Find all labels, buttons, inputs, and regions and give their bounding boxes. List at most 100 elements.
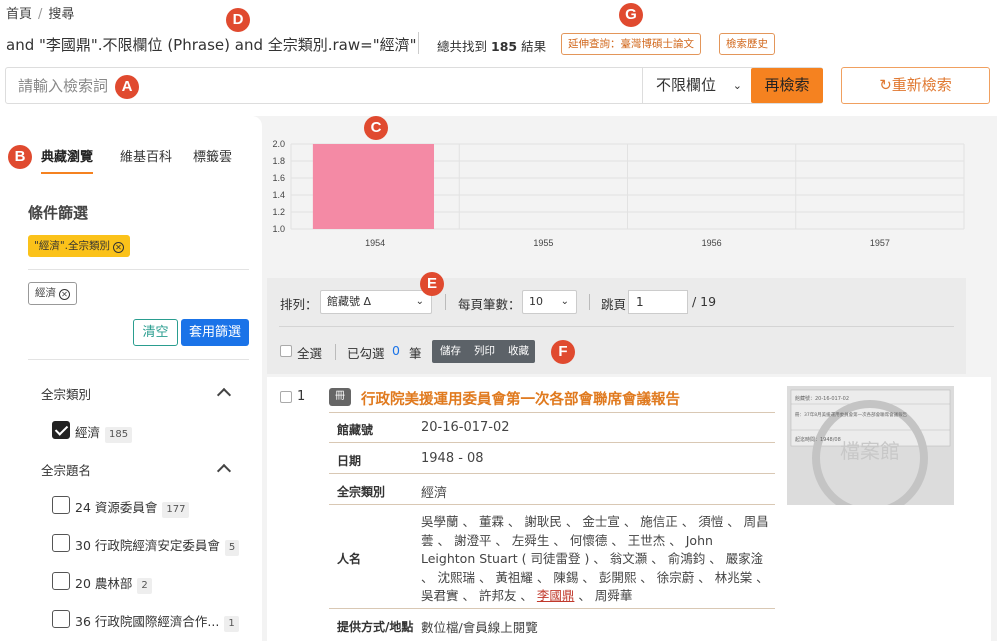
field-value: 經濟 [421, 486, 448, 501]
annotation-marker-a: A [115, 75, 139, 99]
result-title-link[interactable]: 行政院美援運用委員會第一次各部會聯席會議報告 [361, 388, 680, 409]
field-label: 提供方式/地點 [337, 620, 414, 634]
facet-option[interactable]: 24 資源委員會 177 [75, 497, 190, 518]
facet-count: 1 [224, 616, 239, 632]
field-label: 館藏號 [337, 423, 374, 437]
field-value: 1948 - 08 [421, 451, 484, 466]
annotation-marker-b: B [8, 145, 32, 169]
reset-search-button[interactable]: ↻重新檢索 [841, 67, 990, 104]
chart-y-tick-label: 1.8 [272, 156, 285, 166]
facet-header-category[interactable]: 全宗類別 [41, 384, 91, 403]
divider [28, 359, 249, 360]
breadcrumb-current: 搜尋 [48, 7, 75, 22]
chart-x-tick-label: 1957 [870, 238, 890, 248]
per-page-label: 每頁筆數： [458, 297, 521, 312]
facet-option-label: 24 資源委員會 [75, 500, 158, 515]
thumbnail-line: 冊：37年8月美援運用委員會第一次各部會聯席會議報告 [795, 411, 908, 418]
extended-search-button[interactable]: 延伸查詢：臺灣博碩士論文 [561, 33, 701, 55]
facet-option-label: 30 行政院經濟安定委員會 [75, 538, 220, 553]
person-names: 吳學蘭 、 董霖 、 謝耿民 、 金士宣 、 施信正 、 須愷 、 周昌蕓 、 … [421, 513, 769, 606]
search-history-button[interactable]: 檢索歷史 [719, 33, 775, 55]
facet-option-label: 20 農林部 [75, 576, 133, 591]
facet-option[interactable]: 36 行政院國際經濟合作... 1 [75, 611, 239, 632]
query-text: and "李國鼎".不限欄位 (Phrase) and 全宗類別.raw="經濟… [6, 36, 417, 54]
filter-title: 條件篩選 [28, 204, 89, 222]
field-value: 數位檔/會員線上閱覽 [421, 620, 538, 635]
bookmark-button[interactable]: 收藏 [508, 340, 529, 363]
document-thumbnail[interactable]: 館藏號：20-16-017-02 冊：37年8月美援運用委員會第一次各部會聯席會… [787, 386, 954, 505]
facet-option[interactable]: 20 農林部 2 [75, 573, 152, 594]
total-prefix: 總共找到 [437, 39, 488, 54]
facet-checkbox[interactable] [52, 496, 70, 514]
highlighted-name-link[interactable]: 李國鼎 [537, 588, 575, 603]
search-button[interactable]: 再檢索 [751, 68, 823, 103]
breadcrumb-home-link[interactable]: 首頁 [6, 7, 32, 22]
result-checkbox[interactable] [280, 391, 292, 403]
chart-y-tick-label: 2.0 [272, 139, 285, 149]
divider [329, 608, 775, 609]
chart-x-tick-label: 1954 [365, 238, 385, 248]
tab-browse[interactable]: 典藏瀏覽 [41, 146, 94, 174]
chart-x-tick-label: 1955 [533, 238, 553, 248]
breadcrumb-separator: / [38, 7, 43, 22]
thumbnail-watermark: 檔案館 [840, 439, 900, 463]
facet-checkbox[interactable] [52, 421, 70, 439]
facet-checkbox[interactable] [52, 610, 70, 628]
facet-option[interactable]: 經濟 185 [75, 422, 133, 443]
chart-y-tick-label: 1.0 [272, 224, 285, 234]
tab-wikipedia[interactable]: 維基百科 [120, 146, 172, 165]
annotation-marker-d: D [226, 8, 250, 32]
chevron-up-icon[interactable] [216, 463, 232, 479]
page-input[interactable]: 1 [628, 290, 688, 314]
sort-select[interactable]: 館藏號 Δ ⌄ [320, 290, 432, 314]
total-suffix: 結果 [521, 39, 547, 54]
divider [335, 344, 336, 360]
remove-circle-icon[interactable]: ✕ [113, 242, 124, 253]
active-filter-label: "經濟".全宗類別 [34, 240, 110, 252]
field-value: 20-16-017-02 [421, 420, 510, 435]
sidebar: 典藏瀏覽 維基百科 標籤雲 條件篩選 "經濟".全宗類別 ✕ 經濟 ✕ 清空 套用篩… [0, 116, 262, 641]
annotation-marker-g: G [619, 3, 643, 27]
divider [329, 412, 775, 413]
field-select[interactable]: 不限欄位 ⌄ [642, 68, 752, 103]
facet-option-label: 36 行政院國際經濟合作... [75, 614, 220, 629]
save-button[interactable]: 儲存 [440, 340, 461, 363]
clear-filter-button[interactable]: 清空 [133, 319, 178, 346]
field-label: 日期 [337, 454, 362, 468]
divider [279, 326, 954, 327]
divider [445, 294, 446, 310]
divider [589, 294, 590, 310]
select-all-checkbox[interactable] [280, 345, 292, 357]
per-page-value: 10 [529, 295, 543, 308]
sidebar-tabs: 典藏瀏覽 維基百科 標籤雲 [0, 146, 262, 174]
facet-checkbox[interactable] [52, 534, 70, 552]
facet-count: 177 [162, 502, 190, 518]
total-count: 185 [491, 39, 518, 54]
per-page-select[interactable]: 10 ⌄ [522, 290, 577, 314]
chevron-down-icon: ⌄ [732, 79, 742, 92]
facet-header-fonds-title[interactable]: 全宗題名 [41, 460, 91, 479]
apply-filter-button[interactable]: 套用篩選 [181, 319, 249, 346]
print-button[interactable]: 列印 [474, 340, 495, 363]
chevron-up-icon[interactable] [216, 387, 232, 403]
annotation-marker-e: E [420, 272, 444, 296]
tab-tag-cloud[interactable]: 標籤雲 [193, 146, 232, 165]
divider [28, 269, 249, 270]
active-filter-tag[interactable]: "經濟".全宗類別 ✕ [28, 235, 130, 257]
divider [329, 473, 775, 474]
chart-y-tick-label: 1.2 [272, 207, 285, 217]
remove-circle-icon[interactable]: ✕ [59, 289, 70, 300]
select-all-label[interactable]: 全選 [297, 343, 322, 362]
facet-checkbox[interactable] [52, 572, 70, 590]
divider [329, 442, 775, 443]
page: 首頁 / 搜尋 and "李國鼎".不限欄位 (Phrase) and 全宗類別.r… [0, 0, 997, 641]
keyword-filter-tag[interactable]: 經濟 ✕ [28, 282, 77, 305]
chart-bar [312, 144, 435, 229]
annotation-marker-c: C [364, 116, 388, 140]
selected-unit: 筆 [409, 346, 422, 361]
result-total: 總共找到 185 結果 [437, 36, 546, 55]
facet-option[interactable]: 30 行政院經濟安定委員會 5 [75, 535, 240, 556]
search-input[interactable] [6, 68, 642, 103]
facet-count: 2 [137, 578, 152, 594]
chevron-down-icon: ⌄ [560, 296, 569, 307]
